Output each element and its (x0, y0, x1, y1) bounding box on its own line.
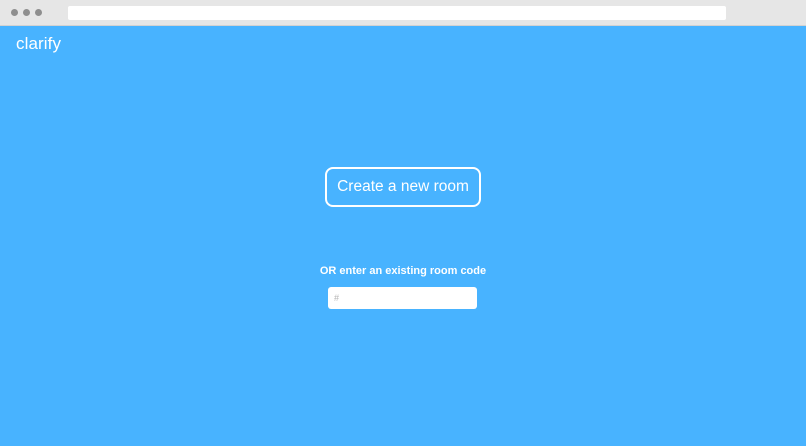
window-minimize-dot[interactable] (23, 9, 30, 16)
window-maximize-dot[interactable] (35, 9, 42, 16)
create-room-button[interactable]: Create a new room (325, 167, 481, 207)
address-bar[interactable] (68, 6, 726, 20)
join-room-prompt: OR enter an existing room code (319, 265, 487, 277)
app-viewport: clarify Create a new room OR enter an ex… (0, 26, 806, 446)
brand-logo[interactable]: clarify (16, 34, 61, 54)
room-code-input[interactable] (328, 287, 477, 309)
window-close-dot[interactable] (11, 9, 18, 16)
browser-chrome (0, 0, 806, 26)
